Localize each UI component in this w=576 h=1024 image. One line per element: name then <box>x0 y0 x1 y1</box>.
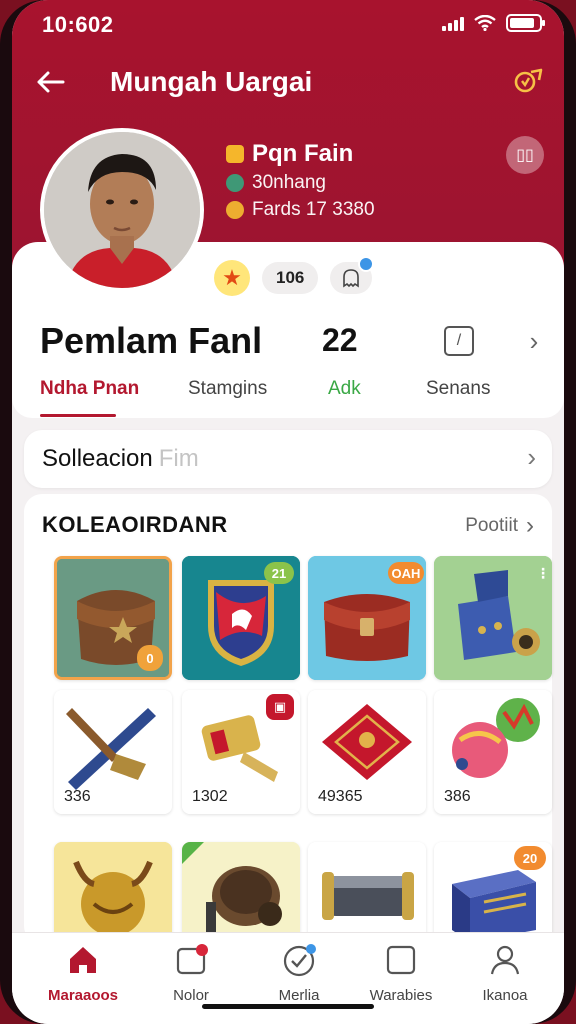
item-badge: ▣ <box>266 694 294 720</box>
phone-frame: 10:602 Mungah Uargai Pqn Fain 30nhang Fa… <box>0 0 576 1024</box>
profile-name: Pqn Fain <box>252 140 354 167</box>
collection-section: KOLEAOIRDANR Pootiit › 0 21 OAH ⋮ 336 ▣ … <box>24 494 552 944</box>
wifi-icon <box>474 15 496 31</box>
edit-button[interactable]: / <box>444 326 474 356</box>
grid-icon: ▯▯ <box>516 147 534 164</box>
selection-faded-text: Fim <box>158 445 199 472</box>
item-badge: 0 <box>137 645 163 671</box>
selection-row[interactable]: Solleacion Fim › <box>24 430 552 488</box>
page-title: Mungah Uargai <box>110 66 313 97</box>
notification-dot <box>358 256 375 272</box>
home-indicator <box>202 1004 374 1009</box>
square-icon <box>384 943 418 977</box>
item-badge: 21 <box>264 562 294 584</box>
home-icon <box>66 943 100 977</box>
collection-item-crest-shield[interactable]: 21 <box>182 556 300 680</box>
status-bar: 10:602 <box>12 0 564 48</box>
collection-item-leather-pouch[interactable]: 0 <box>54 556 172 680</box>
status-time: 10:602 <box>42 12 114 37</box>
profile-tabs: Ndha Pnan Stamgins Adk Senans <box>12 376 564 418</box>
chevron-right-icon: › <box>527 442 536 472</box>
profile-meta: Fards 17 3380 <box>252 199 375 220</box>
display-count: 22 <box>322 322 358 358</box>
nav-label: Merlia <box>278 987 320 1004</box>
collection-item-blue-cannon[interactable]: ⋮ <box>434 556 552 680</box>
golden-mask-illustration <box>54 842 172 944</box>
nav-item-nolor[interactable]: Nolor <box>136 943 246 1004</box>
share-heart-icon <box>514 68 543 93</box>
ghost-icon <box>343 269 360 288</box>
warning-icon <box>226 201 244 219</box>
collection-item-red-satchel[interactable]: OAH <box>308 556 426 680</box>
star-icon[interactable]: ★ <box>214 260 250 296</box>
profile-sub: 30nhang <box>252 172 326 193</box>
collection-item-telescope-rod[interactable]: 336 <box>54 690 172 814</box>
more-dots-icon: ⋮ <box>536 564 550 581</box>
tab-stamgins[interactable]: Stamgins <box>188 378 267 400</box>
collection-item-hammer[interactable]: ▣ 1302 <box>182 690 300 814</box>
ghost-icon-button[interactable] <box>330 256 375 294</box>
blue-cannon-illustration <box>434 556 552 680</box>
scroll-cylinder-illustration <box>308 842 426 944</box>
nav-label: Nolor <box>173 987 209 1004</box>
nav-label: Ikanoa <box>482 987 528 1004</box>
item-badge: OAH <box>388 562 424 584</box>
badge-count-pill[interactable]: 106 <box>262 262 319 294</box>
collection-item-scroll-cylinder[interactable] <box>308 842 426 944</box>
selection-label-wrap: Solleacion Fim <box>42 445 199 473</box>
nav-label: Maraaoos <box>47 987 119 1004</box>
item-badge: 20 <box>514 846 546 870</box>
app-bar: Mungah Uargai <box>12 56 564 108</box>
chevron-right-icon: › <box>529 325 539 356</box>
screen: 10:602 Mungah Uargai Pqn Fain 30nhang Fa… <box>12 0 564 1024</box>
collection-title: KOLEAOIRDANR <box>42 512 228 537</box>
nav-item-warabies[interactable]: Warabies <box>346 943 456 1004</box>
person-icon <box>488 943 522 977</box>
nav-item-merlia[interactable]: Merlia <box>244 943 354 1004</box>
nav-item-home[interactable]: Maraaoos <box>28 943 138 1004</box>
nav-label: Warabies <box>369 987 433 1004</box>
collection-item-golden-mask[interactable] <box>54 842 172 944</box>
status-icons <box>442 14 545 32</box>
avatar[interactable] <box>40 128 204 292</box>
inbox-icon <box>174 943 208 977</box>
signal-icon <box>442 15 464 31</box>
menu-chip-button[interactable]: ▯▯ <box>506 136 544 174</box>
back-button[interactable] <box>30 62 70 102</box>
coin-icon <box>226 174 244 192</box>
item-label: 49365 <box>318 788 363 805</box>
collection-item-lantern-fruit[interactable]: 386 <box>434 690 552 814</box>
tab-senans[interactable]: Senans <box>426 378 490 400</box>
bottom-nav: Maraaoos Nolor Merlia Warabies Ikanoa <box>12 932 564 1024</box>
tab-adk[interactable]: Adk <box>328 378 361 400</box>
nav-item-ikanoa[interactable]: Ikanoa <box>450 943 560 1004</box>
selection-label: Solleacion <box>42 445 153 472</box>
pencil-icon: / <box>456 332 462 349</box>
badge-row: ★ 106 <box>214 256 375 296</box>
profile-name-row: Pqn Fain <box>226 140 353 168</box>
collection-link-label: Pootiit <box>465 515 518 536</box>
item-label: 336 <box>64 788 91 805</box>
chevron-right-icon: › <box>526 512 534 539</box>
display-name: Pemlam Fanl <box>40 320 263 361</box>
item-label: 1302 <box>192 788 228 805</box>
tab-ndha-pnan[interactable]: Ndha Pnan <box>40 378 139 400</box>
collection-item-drum[interactable] <box>182 842 300 944</box>
collection-item-red-tile[interactable]: 49365 <box>308 690 426 814</box>
chevron-right-button[interactable]: › <box>520 326 548 356</box>
drum-illustration <box>182 842 300 944</box>
lock-icon <box>226 145 244 163</box>
profile-meta-row: Fards 17 3380 <box>226 199 375 221</box>
battery-icon <box>506 14 545 32</box>
collection-item-blue-box[interactable]: 20 <box>434 842 552 944</box>
profile-sub-row: 30nhang <box>226 172 326 194</box>
share-button[interactable] <box>510 62 550 102</box>
active-tab-indicator <box>40 414 116 417</box>
collection-see-all-link[interactable]: Pootiit › <box>465 512 534 540</box>
arrow-left-icon <box>37 71 65 93</box>
avatar-photo <box>44 132 200 288</box>
check-circle-icon <box>282 943 316 977</box>
item-label: 386 <box>444 788 471 805</box>
